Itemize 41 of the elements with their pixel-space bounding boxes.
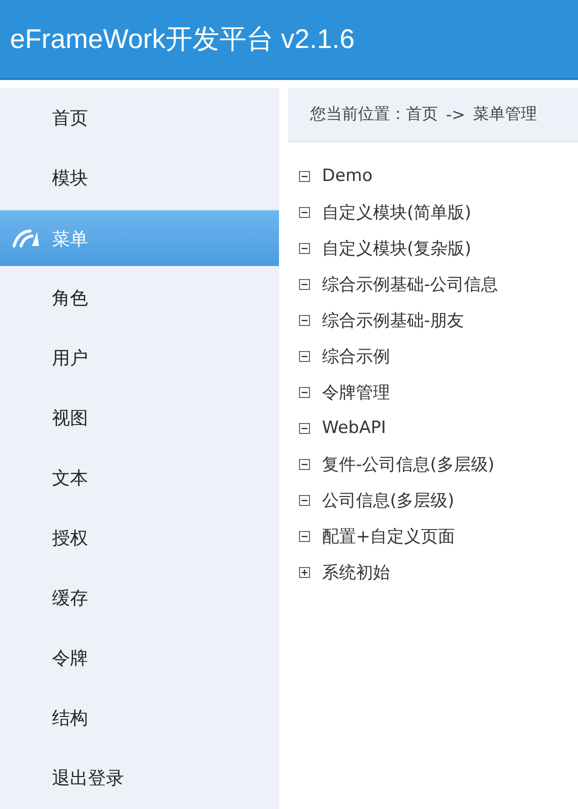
tree-node[interactable]: 综合示例基础-公司信息 — [322, 272, 498, 296]
tree-node[interactable]: 自定义模块(复杂版) — [322, 236, 472, 260]
collapse-icon[interactable] — [299, 422, 310, 434]
sidebar-item[interactable]: 角色 — [0, 268, 279, 328]
tree-node[interactable]: 自定义模块(简单版) — [322, 200, 472, 224]
collapse-icon[interactable] — [299, 278, 310, 290]
sidebar-item[interactable]: 授权 — [0, 508, 279, 568]
expand-icon[interactable] — [299, 566, 310, 578]
tree-node[interactable]: 令牌管理 — [322, 380, 390, 404]
collapse-icon[interactable] — [299, 314, 310, 326]
sidebar-item[interactable]: 用户 — [0, 328, 279, 388]
sidebar-item[interactable]: 缓存 — [0, 568, 279, 628]
sidebar-item[interactable]: 退出登录 — [0, 748, 279, 808]
collapse-icon[interactable] — [299, 530, 310, 542]
collapse-icon[interactable] — [299, 206, 310, 218]
collapse-icon[interactable] — [299, 458, 310, 470]
collapse-icon[interactable] — [299, 242, 310, 254]
tree-node[interactable]: 综合示例 — [322, 344, 390, 368]
breadcrumb-item[interactable]: 首页 — [406, 104, 438, 125]
breadcrumb-separator: -> — [446, 105, 466, 124]
sidebar-item[interactable]: 结构 — [0, 688, 279, 748]
app-title: eFrameWork开发平台 v2.1.6 — [10, 23, 355, 56]
breadcrumb-label: 您当前位置： — [310, 104, 406, 125]
tree-node[interactable]: 复件-公司信息(多层级) — [322, 452, 494, 476]
gauge-icon — [12, 228, 42, 248]
collapse-icon[interactable] — [299, 386, 310, 398]
sidebar-item[interactable]: 视图 — [0, 388, 279, 448]
collapse-icon[interactable] — [299, 350, 310, 362]
tree-node[interactable]: WebAPI — [322, 418, 386, 438]
collapse-icon[interactable] — [299, 494, 310, 506]
sidebar-item[interactable]: 文本 — [0, 448, 279, 508]
sidebar-item[interactable]: 首页 — [0, 88, 279, 148]
tree-node[interactable]: 配置+自定义页面 — [322, 524, 456, 548]
tree-node[interactable]: 综合示例基础-朋友 — [322, 308, 464, 332]
tree-node[interactable]: 系统初始 — [322, 560, 390, 584]
breadcrumb-item: 菜单管理 — [473, 104, 538, 125]
tree-node[interactable]: Demo — [322, 166, 373, 186]
collapse-icon[interactable] — [299, 170, 310, 182]
sidebar-item[interactable]: 模块 — [0, 148, 279, 208]
sidebar-item[interactable]: 令牌 — [0, 628, 279, 688]
tree-node[interactable]: 公司信息(多层级) — [322, 488, 454, 512]
